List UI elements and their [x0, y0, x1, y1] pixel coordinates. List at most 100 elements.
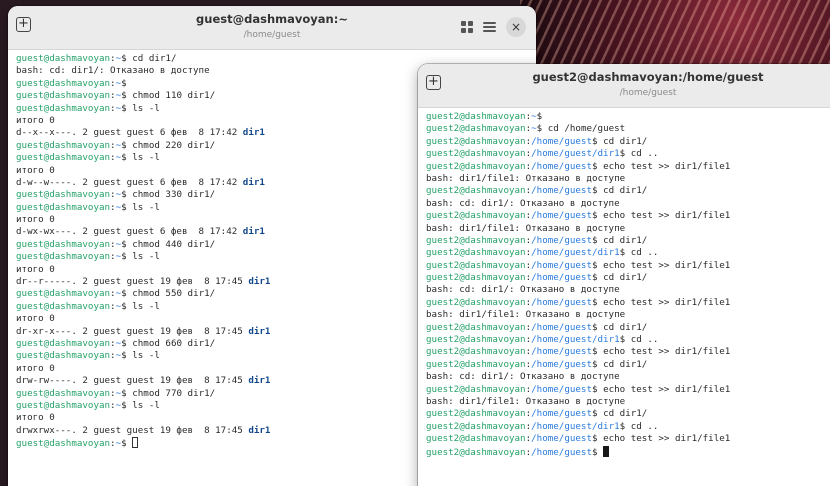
prompt-user: guest2@dashmavoyan [426, 234, 526, 246]
prompt-symbol: $ [591, 446, 604, 458]
prompt-path: /home/guest [531, 346, 592, 358]
titlebar[interactable]: + guest@dashmavoyan:~ /home/guest × [8, 6, 536, 50]
output-text: итого 0 [16, 214, 55, 226]
terminal-line: guest2@dashmavoyan:~$ [426, 111, 830, 123]
terminal-line: guest2@dashmavoyan:/home/guest$ cd dir1/ [426, 408, 830, 420]
terminal-line: guest2@dashmavoyan:/home/guest$ echo tes… [426, 210, 830, 222]
command-text: echo test >> dir1/file1 [603, 346, 731, 358]
close-icon[interactable]: × [506, 17, 526, 37]
prompt-user: guest2@dashmavoyan [426, 296, 526, 308]
command-text: chmod 330 dir1/ [132, 189, 216, 201]
prompt-user: guest@dashmavoyan [16, 238, 111, 250]
prompt-symbol: $ [121, 399, 133, 411]
prompt-user: guest@dashmavoyan [16, 139, 111, 151]
terminal-line: bash: cd: dir1/: Отказано в доступе [426, 371, 830, 383]
prompt-user: guest2@dashmavoyan [426, 420, 526, 432]
prompt-symbol: $ [591, 408, 604, 420]
prompt-path: /home/guest [531, 234, 592, 246]
prompt-user: guest@dashmavoyan [16, 288, 111, 300]
command-text: cd /home/guest [547, 123, 626, 135]
prompt-symbol: $ [121, 201, 133, 213]
terminal-line: bash: dir1/file1: Отказано в доступе [426, 173, 830, 185]
terminal-window-guest2[interactable]: + guest2@dashmavoyan:/home/guest /home/g… [418, 64, 830, 486]
terminal-line: guest2@dashmavoyan:/home/guest$ [426, 445, 830, 458]
text-cursor [132, 437, 139, 449]
desktop-wallpaper [520, 0, 830, 70]
prompt-symbol: $ [121, 152, 133, 164]
command-text: chmod 220 dir1/ [132, 139, 216, 151]
terminal-line: guest2@dashmavoyan:/home/guest$ cd dir1/ [426, 185, 830, 197]
window-title: guest@dashmavoyan:~ [196, 12, 348, 26]
titlebar[interactable]: + guest2@dashmavoyan:/home/guest /home/g… [418, 64, 830, 108]
prompt-user: guest@dashmavoyan [16, 387, 111, 399]
command-text: cd .. [630, 334, 659, 346]
command-text: chmod 110 dir1/ [132, 90, 216, 102]
prompt-user: guest@dashmavoyan [16, 337, 111, 349]
prompt-path: /home/guest/dir1 [531, 148, 620, 160]
output-text: bash: dir1/file1: Отказано в доступе [426, 222, 626, 234]
tab-overview-icon[interactable] [461, 21, 473, 33]
prompt-symbol: $ [121, 438, 133, 450]
prompt-user: guest2@dashmavoyan [426, 148, 526, 160]
command-text: echo test >> dir1/file1 [603, 210, 731, 222]
prompt-user: guest2@dashmavoyan [426, 446, 526, 458]
prompt-user: guest2@dashmavoyan [426, 321, 526, 333]
prompt-symbol: $ [591, 210, 604, 222]
prompt-user: guest@dashmavoyan [16, 438, 111, 450]
prompt-user: guest@dashmavoyan [16, 399, 111, 411]
prompt-symbol: $ [121, 189, 133, 201]
terminal-line: bash: cd: dir1/: Отказано в доступе [426, 198, 830, 210]
hamburger-menu-icon[interactable] [483, 22, 496, 32]
directory-name: dir1 [248, 375, 271, 387]
prompt-symbol: $ [121, 337, 133, 349]
command-text: cd dir1/ [603, 358, 648, 370]
prompt-user: guest2@dashmavoyan [426, 259, 526, 271]
prompt-path: /home/guest [531, 358, 592, 370]
command-text: ls -l [132, 102, 160, 114]
prompt-symbol: $ [121, 102, 133, 114]
prompt-user: guest@dashmavoyan [16, 189, 111, 201]
output-text: итого 0 [16, 362, 55, 374]
command-text: echo test >> dir1/file1 [603, 160, 731, 172]
prompt-user: guest2@dashmavoyan [426, 408, 526, 420]
prompt-path: /home/guest [531, 433, 592, 445]
new-tab-icon[interactable]: + [426, 75, 441, 90]
prompt-user: guest@dashmavoyan [16, 90, 111, 102]
prompt-symbol: $ [591, 296, 604, 308]
prompt-path: /home/guest [531, 321, 592, 333]
command-text: cd dir1/ [603, 408, 648, 420]
prompt-symbol: $ [591, 358, 604, 370]
command-text: cd .. [630, 420, 659, 432]
terminal-line: guest2@dashmavoyan:~$ cd /home/guest [426, 123, 830, 135]
directory-name: dir1 [242, 127, 265, 139]
command-text: ls -l [132, 251, 160, 263]
prompt-user: guest@dashmavoyan [16, 251, 111, 263]
output-text: bash: cd: dir1/: Отказано в доступе [16, 65, 210, 77]
prompt-user: guest2@dashmavoyan [426, 160, 526, 172]
prompt-path: /home/guest [531, 296, 592, 308]
output-text: итого 0 [16, 263, 55, 275]
terminal-line: bash: dir1/file1: Отказано в доступе [426, 223, 830, 235]
prompt-symbol: $ [591, 383, 604, 395]
listing-text: dr--r-----. 2 guest guest 19 фев 8 17:45 [16, 276, 249, 288]
prompt-path: /home/guest [531, 259, 592, 271]
command-text: cd dir1/ [132, 53, 177, 64]
prompt-user: guest2@dashmavoyan [426, 123, 526, 135]
prompt-symbol: $ [619, 334, 631, 346]
listing-text: dr-xr-x---. 2 guest guest 19 фев 8 17:45 [16, 325, 249, 337]
output-text: итого 0 [16, 412, 55, 424]
prompt-user: guest2@dashmavoyan [426, 185, 526, 197]
command-text: chmod 440 dir1/ [132, 238, 216, 250]
output-text: итого 0 [16, 164, 55, 176]
prompt-symbol: $ [591, 272, 604, 284]
terminal-output[interactable]: guest2@dashmavoyan:~$ guest2@dashmavoyan… [418, 108, 830, 458]
output-text: bash: dir1/file1: Отказано в доступе [426, 172, 626, 184]
prompt-user: guest@dashmavoyan [16, 300, 111, 312]
terminal-line: bash: cd: dir1/: Отказано в доступе [426, 284, 830, 296]
command-text: cd .. [630, 148, 659, 160]
terminal-line: guest2@dashmavoyan:/home/guest$ cd dir1/ [426, 322, 830, 334]
prompt-symbol: $ [619, 247, 631, 259]
command-text: ls -l [132, 300, 160, 312]
prompt-path: /home/guest [531, 160, 592, 172]
terminal-line: guest2@dashmavoyan:/home/guest$ echo tes… [426, 260, 830, 272]
